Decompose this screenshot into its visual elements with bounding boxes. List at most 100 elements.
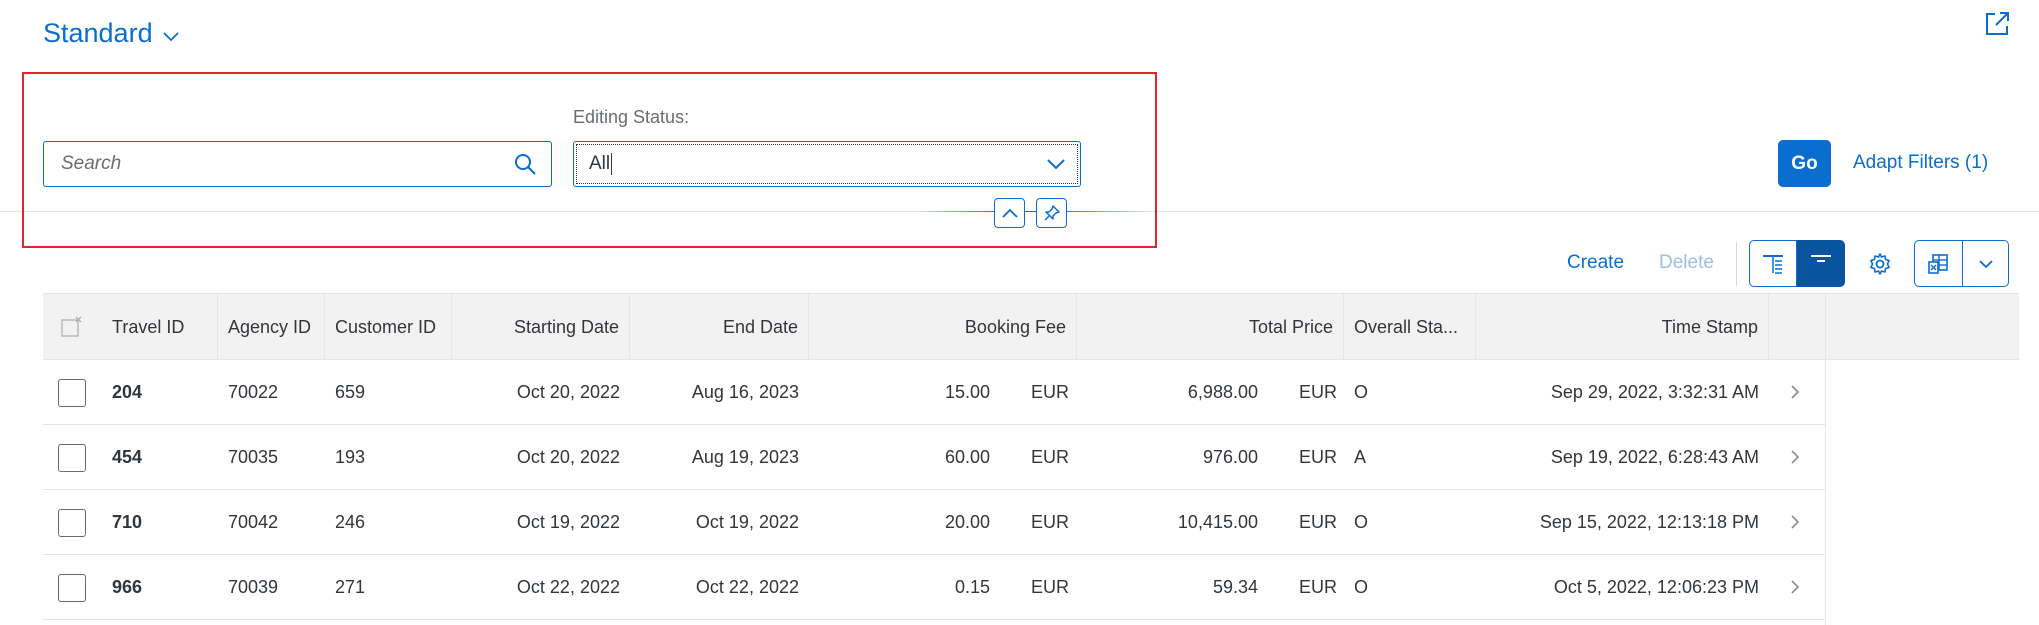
chart-view-icon	[1811, 254, 1831, 262]
chart-view-button[interactable]	[1797, 240, 1845, 287]
table-view-icon	[1763, 254, 1783, 274]
column-header-time-stamp[interactable]: Time Stamp	[1476, 294, 1769, 360]
cell-booking-fee-currency: EUR	[1031, 511, 1070, 532]
cell-total-price-currency: EUR	[1299, 576, 1338, 597]
cell-booking-fee: 20.00	[944, 511, 990, 532]
column-header-starting-date[interactable]: Starting Date	[452, 294, 630, 360]
travel-table: Travel ID Agency ID Customer ID Starting…	[43, 293, 2019, 625]
table-view-button[interactable]	[1749, 240, 1797, 287]
cell-travel-id: 454	[112, 446, 143, 467]
cell-starting-date: Oct 19, 2022	[516, 511, 620, 532]
row-nav-chevron-icon[interactable]	[1787, 382, 1803, 402]
cell-travel-id: 966	[112, 576, 143, 597]
collapse-up-icon	[1001, 208, 1018, 218]
row-checkbox[interactable]	[58, 574, 86, 602]
share-icon[interactable]	[1983, 10, 2011, 38]
cell-starting-date: Oct 20, 2022	[516, 381, 620, 402]
cell-end-date: Aug 16, 2023	[691, 381, 799, 402]
column-header-travel-id[interactable]: Travel ID	[102, 294, 218, 360]
row-nav-chevron-icon[interactable]	[1787, 577, 1803, 597]
cell-starting-date: Oct 20, 2022	[516, 446, 620, 467]
chevron-down-icon[interactable]	[1045, 153, 1067, 175]
table-row[interactable]: 454 70035 193 Oct 20, 2022 Aug 19, 2023 …	[43, 425, 1826, 490]
cell-agency-id: 70039	[228, 576, 279, 597]
table-row[interactable]: 710 70042 246 Oct 19, 2022 Oct 19, 2022 …	[43, 490, 1826, 555]
pin-icon	[1043, 205, 1060, 221]
cell-end-date: Aug 19, 2023	[691, 446, 799, 467]
editing-status-select[interactable]: All	[573, 141, 1081, 187]
cell-agency-id: 70022	[228, 381, 279, 402]
cell-travel-id: 710	[112, 511, 143, 532]
cell-time-stamp: Sep 15, 2022, 12:13:18 PM	[1539, 511, 1759, 532]
cell-end-date: Oct 19, 2022	[695, 511, 799, 532]
column-header-booking-fee[interactable]: Booking Fee	[809, 294, 1077, 360]
editing-status-select-inner: All	[576, 144, 1078, 184]
cell-booking-fee-currency: EUR	[1031, 576, 1070, 597]
cell-time-stamp: Sep 29, 2022, 3:32:31 AM	[1550, 381, 1759, 402]
cell-total-price: 59.34	[1212, 576, 1258, 597]
row-checkbox[interactable]	[58, 444, 86, 472]
cell-booking-fee-currency: EUR	[1031, 446, 1070, 467]
cell-overall-status: O	[1354, 576, 1369, 597]
column-header-overall-status[interactable]: Overall Sta...	[1344, 294, 1476, 360]
row-nav-chevron-icon[interactable]	[1787, 512, 1803, 532]
text-caret	[611, 153, 613, 175]
cell-total-price-currency: EUR	[1299, 511, 1338, 532]
cell-booking-fee-currency: EUR	[1031, 381, 1070, 402]
column-header-agency-id[interactable]: Agency ID	[218, 294, 325, 360]
cell-total-price-currency: EUR	[1299, 446, 1338, 467]
row-nav-chevron-icon[interactable]	[1787, 447, 1803, 467]
cell-customer-id: 246	[335, 511, 366, 532]
cell-time-stamp: Sep 19, 2022, 6:28:43 AM	[1550, 446, 1759, 467]
cell-overall-status: A	[1354, 446, 1367, 467]
cell-total-price: 10,415.00	[1177, 511, 1258, 532]
chevron-down-icon	[1978, 259, 1993, 268]
select-all-icon[interactable]	[61, 316, 83, 338]
row-checkbox[interactable]	[58, 509, 86, 537]
adapt-filters-button[interactable]: Adapt Filters (1)	[1853, 152, 1988, 174]
pin-header-button[interactable]	[1036, 198, 1067, 228]
create-button[interactable]: Create	[1567, 252, 1624, 274]
settings-button[interactable]	[1862, 246, 1898, 282]
column-header-end-date[interactable]: End Date	[630, 294, 809, 360]
cell-total-price: 6,988.00	[1187, 381, 1258, 402]
toolbar-separator	[1736, 242, 1737, 286]
header-area: Standard Editing Status: All Go Adapt Fi…	[0, 0, 2039, 228]
cell-booking-fee: 60.00	[944, 446, 990, 467]
search-icon[interactable]	[513, 152, 537, 176]
settings-icon	[1870, 253, 1890, 275]
export-menu-button[interactable]	[1963, 240, 2009, 287]
delete-button[interactable]: Delete	[1659, 252, 1714, 274]
cell-booking-fee: 15.00	[944, 381, 990, 402]
cell-overall-status: O	[1354, 381, 1369, 402]
column-header-customer-id[interactable]: Customer ID	[325, 294, 452, 360]
export-button[interactable]	[1914, 240, 1963, 287]
cell-agency-id: 70042	[228, 511, 279, 532]
column-header-total-price[interactable]: Total Price	[1077, 294, 1344, 360]
cell-starting-date: Oct 22, 2022	[516, 576, 620, 597]
cell-total-price: 976.00	[1202, 446, 1258, 467]
table-row[interactable]: 204 70022 659 Oct 20, 2022 Aug 16, 2023 …	[43, 360, 1826, 425]
table-header: Travel ID Agency ID Customer ID Starting…	[43, 293, 2019, 360]
chevron-down-icon	[162, 31, 179, 41]
collapse-header-button[interactable]	[994, 198, 1025, 228]
table-right-border	[1825, 360, 1826, 625]
cell-total-price-currency: EUR	[1299, 381, 1338, 402]
cell-agency-id: 70035	[228, 446, 279, 467]
column-header-nav	[1769, 294, 1826, 360]
variant-selector[interactable]: Standard	[43, 18, 179, 49]
variant-title: Standard	[43, 18, 153, 48]
cell-travel-id: 204	[112, 381, 143, 402]
cell-time-stamp: Oct 5, 2022, 12:06:23 PM	[1553, 576, 1759, 597]
table-row[interactable]: 966 70039 271 Oct 22, 2022 Oct 22, 2022 …	[43, 555, 1826, 620]
row-checkbox[interactable]	[58, 379, 86, 407]
cell-customer-id: 193	[335, 446, 366, 467]
cell-overall-status: O	[1354, 511, 1369, 532]
search-input[interactable]	[44, 142, 513, 186]
go-button[interactable]: Go	[1778, 140, 1831, 187]
collapse-divider	[910, 211, 1150, 212]
cell-booking-fee: 0.15	[954, 576, 990, 597]
search-field[interactable]	[43, 141, 552, 187]
editing-status-value: All	[589, 153, 611, 174]
cell-customer-id: 271	[335, 576, 366, 597]
